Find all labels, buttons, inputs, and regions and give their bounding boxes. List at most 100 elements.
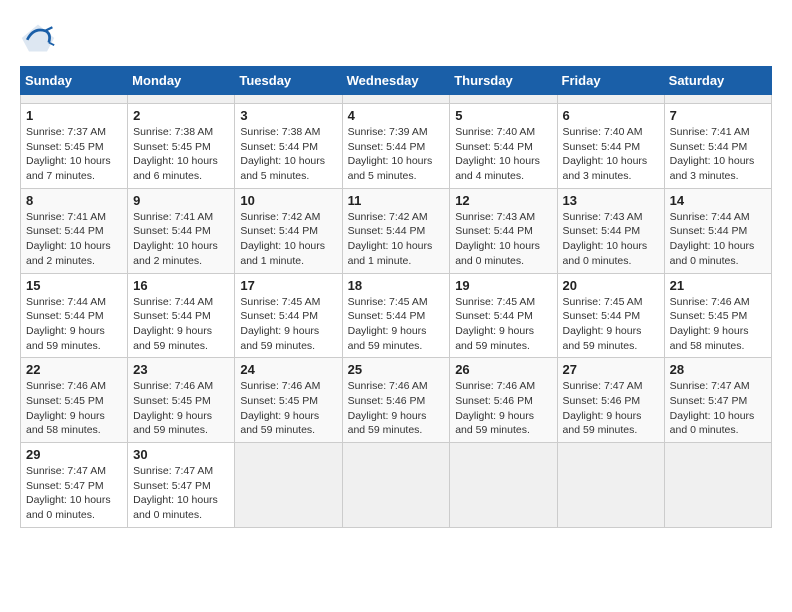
day-number: 9 — [133, 193, 229, 208]
calendar-cell: 19 Sunrise: 7:45 AMSunset: 5:44 PMDayligh… — [450, 273, 557, 358]
weekday-header-saturday: Saturday — [664, 67, 771, 95]
day-info: Sunrise: 7:45 AMSunset: 5:44 PMDaylight:… — [240, 295, 336, 354]
calendar-cell: 27 Sunrise: 7:47 AMSunset: 5:46 PMDayligh… — [557, 358, 664, 443]
calendar-cell: 28Sunrise: 7:47 AMSunset: 5:47 PMDayligh… — [664, 358, 771, 443]
day-info: Sunrise: 7:46 AMSunset: 5:45 PMDaylight:… — [26, 379, 122, 438]
weekday-header-sunday: Sunday — [21, 67, 128, 95]
calendar-cell: 23Sunrise: 7:46 AMSunset: 5:45 PMDayligh… — [128, 358, 235, 443]
day-number: 24 — [240, 362, 336, 377]
day-number: 13 — [563, 193, 659, 208]
calendar-cell — [21, 95, 128, 104]
day-number: 3 — [240, 108, 336, 123]
day-info: Sunrise: 7:40 AMSunset: 5:44 PMDaylight:… — [455, 125, 551, 184]
calendar-cell: 11 Sunrise: 7:42 AMSunset: 5:44 PMDayligh… — [342, 188, 450, 273]
day-info: Sunrise: 7:46 AMSunset: 5:45 PMDaylight:… — [670, 295, 766, 354]
day-info: Sunrise: 7:45 AMSunset: 5:44 PMDaylight:… — [348, 295, 445, 354]
calendar-cell — [128, 95, 235, 104]
day-info: Sunrise: 7:44 AMSunset: 5:44 PMDaylight:… — [26, 295, 122, 354]
calendar-cell — [557, 443, 664, 528]
calendar-week-row: 15 Sunrise: 7:44 AMSunset: 5:44 PMDayligh… — [21, 273, 772, 358]
day-number: 12 — [455, 193, 551, 208]
day-number: 16 — [133, 278, 229, 293]
calendar-cell — [664, 443, 771, 528]
day-number: 8 — [26, 193, 122, 208]
day-number: 14 — [670, 193, 766, 208]
calendar-cell: 9 Sunrise: 7:41 AMSunset: 5:44 PMDaylight… — [128, 188, 235, 273]
day-number: 26 — [455, 362, 551, 377]
calendar-cell — [342, 443, 450, 528]
day-info: Sunrise: 7:38 AMSunset: 5:44 PMDaylight:… — [240, 125, 336, 184]
day-number: 1 — [26, 108, 122, 123]
day-number: 25 — [348, 362, 445, 377]
day-number: 4 — [348, 108, 445, 123]
header — [20, 20, 772, 56]
day-info: Sunrise: 7:41 AMSunset: 5:44 PMDaylight:… — [670, 125, 766, 184]
calendar-cell: 12 Sunrise: 7:43 AMSunset: 5:44 PMDayligh… — [450, 188, 557, 273]
day-info: Sunrise: 7:41 AMSunset: 5:44 PMDaylight:… — [133, 210, 229, 269]
calendar-cell: 26 Sunrise: 7:46 AMSunset: 5:46 PMDayligh… — [450, 358, 557, 443]
calendar-week-row: 1 Sunrise: 7:37 AMSunset: 5:45 PMDaylight… — [21, 104, 772, 189]
calendar-cell: 3 Sunrise: 7:38 AMSunset: 5:44 PMDaylight… — [235, 104, 342, 189]
calendar-cell: 8Sunrise: 7:41 AMSunset: 5:44 PMDaylight… — [21, 188, 128, 273]
day-number: 21 — [670, 278, 766, 293]
day-number: 27 — [563, 362, 659, 377]
calendar-cell — [235, 95, 342, 104]
day-info: Sunrise: 7:47 AMSunset: 5:47 PMDaylight:… — [26, 464, 122, 523]
day-number: 2 — [133, 108, 229, 123]
weekday-header-friday: Friday — [557, 67, 664, 95]
calendar-cell: 24 Sunrise: 7:46 AMSunset: 5:45 PMDayligh… — [235, 358, 342, 443]
day-info: Sunrise: 7:47 AMSunset: 5:47 PMDaylight:… — [133, 464, 229, 523]
calendar-cell — [664, 95, 771, 104]
weekday-header-monday: Monday — [128, 67, 235, 95]
day-number: 23 — [133, 362, 229, 377]
day-info: Sunrise: 7:44 AMSunset: 5:44 PMDaylight:… — [133, 295, 229, 354]
day-info: Sunrise: 7:37 AMSunset: 5:45 PMDaylight:… — [26, 125, 122, 184]
day-number: 5 — [455, 108, 551, 123]
calendar-week-row: 22 Sunrise: 7:46 AMSunset: 5:45 PMDayligh… — [21, 358, 772, 443]
day-info: Sunrise: 7:42 AMSunset: 5:44 PMDaylight:… — [348, 210, 445, 269]
calendar-cell: 13 Sunrise: 7:43 AMSunset: 5:44 PMDayligh… — [557, 188, 664, 273]
day-info: Sunrise: 7:47 AMSunset: 5:47 PMDaylight:… — [670, 379, 766, 438]
calendar-table: SundayMondayTuesdayWednesdayThursdayFrid… — [20, 66, 772, 528]
day-info: Sunrise: 7:46 AMSunset: 5:46 PMDaylight:… — [348, 379, 445, 438]
calendar-week-row: 8 Sunrise: 7:41 AMSunset: 5:44 PMDaylight… — [21, 188, 772, 273]
day-info: Sunrise: 7:44 AMSunset: 5:44 PMDaylight:… — [670, 210, 766, 269]
day-info: Sunrise: 7:43 AMSunset: 5:44 PMDaylight:… — [455, 210, 551, 269]
day-info: Sunrise: 7:39 AMSunset: 5:44 PMDaylight:… — [348, 125, 445, 184]
day-number: 7 — [670, 108, 766, 123]
day-number: 29 — [26, 447, 122, 462]
calendar-cell: 1 Sunrise: 7:37 AMSunset: 5:45 PMDaylight… — [21, 104, 128, 189]
weekday-header-row: SundayMondayTuesdayWednesdayThursdayFrid… — [21, 67, 772, 95]
day-number: 18 — [348, 278, 445, 293]
calendar-cell: 16 Sunrise: 7:44 AMSunset: 5:44 PMDayligh… — [128, 273, 235, 358]
calendar-cell: 21 Sunrise: 7:46 AMSunset: 5:45 PMDayligh… — [664, 273, 771, 358]
calendar-cell: 15 Sunrise: 7:44 AMSunset: 5:44 PMDayligh… — [21, 273, 128, 358]
day-number: 15 — [26, 278, 122, 293]
day-number: 11 — [348, 193, 445, 208]
calendar-week-row — [21, 95, 772, 104]
logo-icon — [20, 20, 56, 56]
day-info: Sunrise: 7:42 AMSunset: 5:44 PMDaylight:… — [240, 210, 336, 269]
calendar-cell: 20 Sunrise: 7:45 AMSunset: 5:44 PMDayligh… — [557, 273, 664, 358]
weekday-header-tuesday: Tuesday — [235, 67, 342, 95]
day-number: 20 — [563, 278, 659, 293]
day-info: Sunrise: 7:46 AMSunset: 5:45 PMDaylight:… — [240, 379, 336, 438]
day-info: Sunrise: 7:46 AMSunset: 5:46 PMDaylight:… — [455, 379, 551, 438]
calendar-cell: 25 Sunrise: 7:46 AMSunset: 5:46 PMDayligh… — [342, 358, 450, 443]
weekday-header-wednesday: Wednesday — [342, 67, 450, 95]
calendar-cell: 2Sunrise: 7:38 AMSunset: 5:45 PMDaylight… — [128, 104, 235, 189]
day-info: Sunrise: 7:40 AMSunset: 5:44 PMDaylight:… — [563, 125, 659, 184]
calendar-cell: 14 Sunrise: 7:44 AMSunset: 5:44 PMDayligh… — [664, 188, 771, 273]
calendar-cell: 10Sunrise: 7:42 AMSunset: 5:44 PMDayligh… — [235, 188, 342, 273]
calendar-cell — [450, 443, 557, 528]
calendar-cell: 30 Sunrise: 7:47 AMSunset: 5:47 PMDayligh… — [128, 443, 235, 528]
day-info: Sunrise: 7:43 AMSunset: 5:44 PMDaylight:… — [563, 210, 659, 269]
day-number: 19 — [455, 278, 551, 293]
day-info: Sunrise: 7:45 AMSunset: 5:44 PMDaylight:… — [563, 295, 659, 354]
day-number: 30 — [133, 447, 229, 462]
day-info: Sunrise: 7:47 AMSunset: 5:46 PMDaylight:… — [563, 379, 659, 438]
calendar-cell: 29 Sunrise: 7:47 AMSunset: 5:47 PMDayligh… — [21, 443, 128, 528]
day-info: Sunrise: 7:45 AMSunset: 5:44 PMDaylight:… — [455, 295, 551, 354]
calendar-cell: 18 Sunrise: 7:45 AMSunset: 5:44 PMDayligh… — [342, 273, 450, 358]
day-number: 22 — [26, 362, 122, 377]
